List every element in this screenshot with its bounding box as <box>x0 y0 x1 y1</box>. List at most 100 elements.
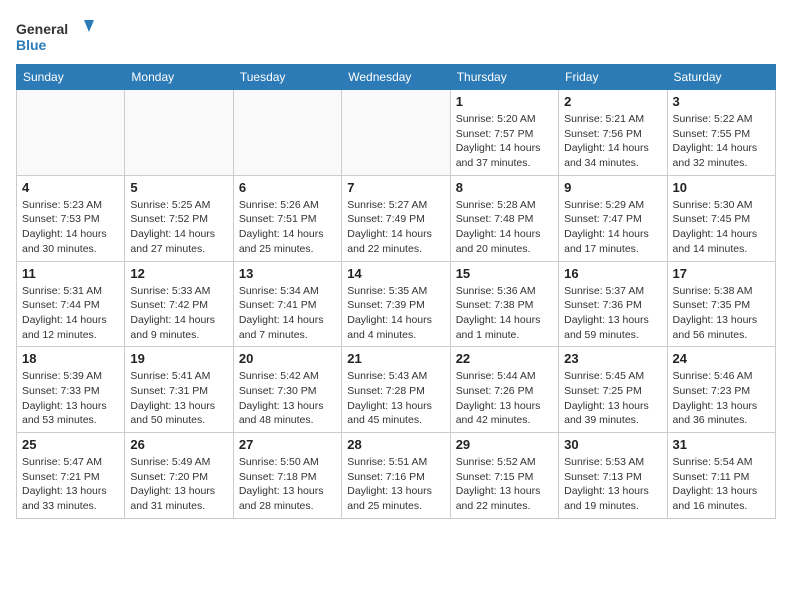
day-info: Sunrise: 5:50 AM Sunset: 7:18 PM Dayligh… <box>239 455 336 514</box>
day-number: 20 <box>239 351 336 366</box>
day-number: 14 <box>347 266 444 281</box>
calendar-cell: 31Sunrise: 5:54 AM Sunset: 7:11 PM Dayli… <box>667 433 775 519</box>
day-info: Sunrise: 5:36 AM Sunset: 7:38 PM Dayligh… <box>456 284 553 343</box>
calendar-cell: 5 Sunrise: 5:25 AM Sunset: 7:52 PM Daylig… <box>125 175 233 261</box>
day-info: Sunrise: 5:45 AM Sunset: 7:25 PM Dayligh… <box>564 369 661 428</box>
day-number: 17 <box>673 266 770 281</box>
calendar-cell: 4 Sunrise: 5:23 AM Sunset: 7:53 PM Daylig… <box>17 175 125 261</box>
calendar-cell: 18Sunrise: 5:39 AM Sunset: 7:33 PM Dayli… <box>17 347 125 433</box>
calendar-cell: 15 Sunrise: 5:36 AM Sunset: 7:38 PM Dayli… <box>450 261 558 347</box>
day-info: Sunrise: 5:49 AM Sunset: 7:20 PM Dayligh… <box>130 455 227 514</box>
day-info: Sunrise: 5:41 AM Sunset: 7:31 PM Dayligh… <box>130 369 227 428</box>
day-number: 22 <box>456 351 553 366</box>
day-info: Sunrise: 5:43 AM Sunset: 7:28 PM Dayligh… <box>347 369 444 428</box>
calendar-week-row: 1 Sunrise: 5:20 AM Sunset: 7:57 PM Daylig… <box>17 90 776 176</box>
calendar-cell: 12 Sunrise: 5:33 AM Sunset: 7:42 PM Dayli… <box>125 261 233 347</box>
day-number: 4 <box>22 180 119 195</box>
calendar-cell: 8 Sunrise: 5:28 AM Sunset: 7:48 PM Daylig… <box>450 175 558 261</box>
col-header-monday: Monday <box>125 65 233 90</box>
day-info: Sunrise: 5:20 AM Sunset: 7:57 PM Dayligh… <box>456 112 553 171</box>
day-info: Sunrise: 5:29 AM Sunset: 7:47 PM Dayligh… <box>564 198 661 257</box>
calendar-cell: 25Sunrise: 5:47 AM Sunset: 7:21 PM Dayli… <box>17 433 125 519</box>
day-number: 30 <box>564 437 661 452</box>
calendar-cell: 28Sunrise: 5:51 AM Sunset: 7:16 PM Dayli… <box>342 433 450 519</box>
calendar-cell: 26 Sunrise: 5:49 AM Sunset: 7:20 PM Dayli… <box>125 433 233 519</box>
day-info: Sunrise: 5:23 AM Sunset: 7:53 PM Dayligh… <box>22 198 119 257</box>
calendar-week-row: 25Sunrise: 5:47 AM Sunset: 7:21 PM Dayli… <box>17 433 776 519</box>
calendar-week-row: 4 Sunrise: 5:23 AM Sunset: 7:53 PM Daylig… <box>17 175 776 261</box>
logo: General Blue <box>16 16 96 56</box>
page-header: General Blue <box>16 16 776 56</box>
day-number: 28 <box>347 437 444 452</box>
calendar-table: SundayMondayTuesdayWednesdayThursdayFrid… <box>16 64 776 519</box>
day-info: Sunrise: 5:26 AM Sunset: 7:51 PM Dayligh… <box>239 198 336 257</box>
day-number: 1 <box>456 94 553 109</box>
col-header-tuesday: Tuesday <box>233 65 341 90</box>
day-info: Sunrise: 5:30 AM Sunset: 7:45 PM Dayligh… <box>673 198 770 257</box>
day-info: Sunrise: 5:21 AM Sunset: 7:56 PM Dayligh… <box>564 112 661 171</box>
day-number: 13 <box>239 266 336 281</box>
day-number: 23 <box>564 351 661 366</box>
calendar-week-row: 18Sunrise: 5:39 AM Sunset: 7:33 PM Dayli… <box>17 347 776 433</box>
day-number: 29 <box>456 437 553 452</box>
calendar-cell: 16Sunrise: 5:37 AM Sunset: 7:36 PM Dayli… <box>559 261 667 347</box>
day-number: 31 <box>673 437 770 452</box>
calendar-cell: 21 Sunrise: 5:43 AM Sunset: 7:28 PM Dayli… <box>342 347 450 433</box>
day-info: Sunrise: 5:35 AM Sunset: 7:39 PM Dayligh… <box>347 284 444 343</box>
day-info: Sunrise: 5:52 AM Sunset: 7:15 PM Dayligh… <box>456 455 553 514</box>
day-number: 7 <box>347 180 444 195</box>
svg-text:General: General <box>16 21 68 37</box>
calendar-cell: 1 Sunrise: 5:20 AM Sunset: 7:57 PM Daylig… <box>450 90 558 176</box>
calendar-cell: 7 Sunrise: 5:27 AM Sunset: 7:49 PM Daylig… <box>342 175 450 261</box>
day-info: Sunrise: 5:25 AM Sunset: 7:52 PM Dayligh… <box>130 198 227 257</box>
calendar-cell: 23 Sunrise: 5:45 AM Sunset: 7:25 PM Dayli… <box>559 347 667 433</box>
calendar-cell: 24 Sunrise: 5:46 AM Sunset: 7:23 PM Dayli… <box>667 347 775 433</box>
calendar-cell: 6 Sunrise: 5:26 AM Sunset: 7:51 PM Daylig… <box>233 175 341 261</box>
calendar-cell: 3 Sunrise: 5:22 AM Sunset: 7:55 PM Daylig… <box>667 90 775 176</box>
calendar-cell: 14 Sunrise: 5:35 AM Sunset: 7:39 PM Dayli… <box>342 261 450 347</box>
day-info: Sunrise: 5:42 AM Sunset: 7:30 PM Dayligh… <box>239 369 336 428</box>
day-number: 3 <box>673 94 770 109</box>
calendar-cell: 13 Sunrise: 5:34 AM Sunset: 7:41 PM Dayli… <box>233 261 341 347</box>
day-info: Sunrise: 5:37 AM Sunset: 7:36 PM Dayligh… <box>564 284 661 343</box>
day-number: 24 <box>673 351 770 366</box>
day-info: Sunrise: 5:33 AM Sunset: 7:42 PM Dayligh… <box>130 284 227 343</box>
calendar-cell: 10 Sunrise: 5:30 AM Sunset: 7:45 PM Dayli… <box>667 175 775 261</box>
day-number: 25 <box>22 437 119 452</box>
calendar-cell: 17 Sunrise: 5:38 AM Sunset: 7:35 PM Dayli… <box>667 261 775 347</box>
day-number: 19 <box>130 351 227 366</box>
day-number: 15 <box>456 266 553 281</box>
col-header-wednesday: Wednesday <box>342 65 450 90</box>
day-info: Sunrise: 5:27 AM Sunset: 7:49 PM Dayligh… <box>347 198 444 257</box>
day-number: 26 <box>130 437 227 452</box>
calendar-cell: 11Sunrise: 5:31 AM Sunset: 7:44 PM Dayli… <box>17 261 125 347</box>
calendar-cell: 30 Sunrise: 5:53 AM Sunset: 7:13 PM Dayli… <box>559 433 667 519</box>
calendar-cell <box>342 90 450 176</box>
calendar-week-row: 11Sunrise: 5:31 AM Sunset: 7:44 PM Dayli… <box>17 261 776 347</box>
day-info: Sunrise: 5:22 AM Sunset: 7:55 PM Dayligh… <box>673 112 770 171</box>
calendar-cell: 29 Sunrise: 5:52 AM Sunset: 7:15 PM Dayli… <box>450 433 558 519</box>
day-info: Sunrise: 5:39 AM Sunset: 7:33 PM Dayligh… <box>22 369 119 428</box>
calendar-cell: 27Sunrise: 5:50 AM Sunset: 7:18 PM Dayli… <box>233 433 341 519</box>
day-info: Sunrise: 5:38 AM Sunset: 7:35 PM Dayligh… <box>673 284 770 343</box>
calendar-cell <box>125 90 233 176</box>
col-header-saturday: Saturday <box>667 65 775 90</box>
day-number: 11 <box>22 266 119 281</box>
day-number: 5 <box>130 180 227 195</box>
day-number: 10 <box>673 180 770 195</box>
day-number: 8 <box>456 180 553 195</box>
day-number: 21 <box>347 351 444 366</box>
col-header-friday: Friday <box>559 65 667 90</box>
day-info: Sunrise: 5:53 AM Sunset: 7:13 PM Dayligh… <box>564 455 661 514</box>
day-number: 2 <box>564 94 661 109</box>
day-info: Sunrise: 5:28 AM Sunset: 7:48 PM Dayligh… <box>456 198 553 257</box>
col-header-thursday: Thursday <box>450 65 558 90</box>
day-info: Sunrise: 5:34 AM Sunset: 7:41 PM Dayligh… <box>239 284 336 343</box>
calendar-header-row: SundayMondayTuesdayWednesdayThursdayFrid… <box>17 65 776 90</box>
day-number: 6 <box>239 180 336 195</box>
day-number: 12 <box>130 266 227 281</box>
day-info: Sunrise: 5:46 AM Sunset: 7:23 PM Dayligh… <box>673 369 770 428</box>
svg-text:Blue: Blue <box>16 37 47 53</box>
calendar-cell <box>17 90 125 176</box>
day-number: 9 <box>564 180 661 195</box>
